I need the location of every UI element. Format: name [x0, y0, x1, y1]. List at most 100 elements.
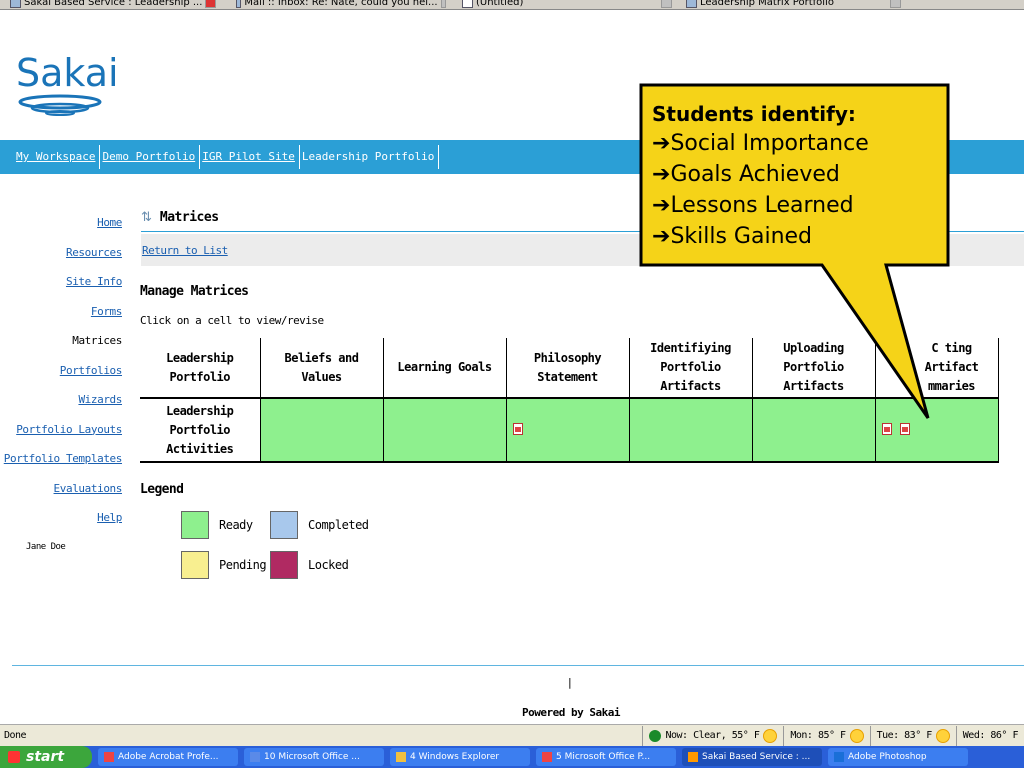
site-tab-igr-pilot-site[interactable]: IGR Pilot Site	[200, 145, 300, 169]
browser-tab[interactable]: Leadership Matrix Portfolio	[686, 0, 901, 9]
weather-day[interactable]: Tue: 83° F	[869, 725, 956, 746]
taskbar-item-label: Adobe Photoshop	[848, 752, 927, 762]
file-icon[interactable]	[881, 422, 892, 435]
page-icon	[10, 0, 21, 8]
moon-icon	[763, 728, 778, 743]
weather-label: Tue: 83° F	[876, 730, 933, 741]
legend-label: Completed	[308, 518, 369, 532]
header-line: Identifiying	[650, 341, 731, 355]
app-icon	[834, 752, 844, 762]
taskbar-item[interactable]: Adobe Photoshop	[828, 748, 968, 766]
callout-heading-suffix: :	[847, 102, 856, 126]
matrix-cell[interactable]	[629, 398, 753, 463]
legend-item-pending: Pending	[181, 551, 267, 579]
matrix-header-row: Leadership Portfolio Beliefs and Values …	[140, 338, 999, 399]
close-icon[interactable]	[205, 0, 217, 8]
header-line: Statement	[537, 369, 598, 384]
row-header-line: Activities	[166, 441, 234, 456]
matrix-cell[interactable]	[383, 398, 507, 463]
completed-swatch	[270, 511, 298, 539]
page-icon	[236, 0, 242, 8]
site-tab-my-workspace[interactable]: My Workspace	[14, 145, 101, 169]
taskbar: start Adobe Acrobat Profe... 10 Microsof…	[0, 746, 1024, 768]
matrix-cell[interactable]	[506, 398, 630, 463]
tool-item-home[interactable]: Home	[0, 208, 122, 238]
callout-text: Students identify: ➔Social Importance ➔G…	[652, 100, 947, 252]
legend-label: Ready	[219, 518, 253, 532]
header-line: Learning Goals	[397, 360, 492, 374]
windows-logo-icon	[8, 751, 20, 763]
user-name: Jane Doe	[26, 542, 66, 552]
app-icon	[104, 752, 114, 762]
partly-cloudy-icon	[935, 728, 950, 743]
locked-swatch	[270, 551, 298, 579]
taskbar-item-label: 4 Windows Explorer	[410, 752, 500, 762]
tool-item-help[interactable]: Help	[0, 503, 122, 533]
matrix-table: Leadership Portfolio Beliefs and Values …	[140, 338, 999, 463]
header-line: Values	[301, 369, 342, 384]
return-to-list-link[interactable]: Return to List	[142, 244, 228, 257]
page-icon	[462, 0, 473, 8]
legend-title: Legend	[140, 482, 184, 497]
tool-item-resources[interactable]: Resources	[0, 238, 122, 268]
header-line: Leadership	[166, 350, 234, 365]
start-button[interactable]: start	[0, 746, 92, 768]
file-icon[interactable]	[512, 422, 523, 435]
browser-tab[interactable]: (Untitled)	[462, 0, 672, 9]
refresh-icon[interactable]: ⇅	[141, 210, 152, 225]
tool-item-forms[interactable]: Forms	[0, 297, 123, 327]
callout-item-text: Social Importance	[670, 131, 869, 156]
weather-now[interactable]: Now: Clear, 55° F	[642, 725, 783, 746]
site-tab-leadership-portfolio[interactable]: Leadership Portfolio	[300, 145, 440, 169]
arrow-icon: ➔	[652, 162, 671, 187]
tool-item-evaluations[interactable]: Evaluations	[0, 474, 123, 504]
column-header: C ting Artifact mmaries	[875, 338, 999, 399]
browser-tab[interactable]: Sakai Based Service : Leadership ...	[10, 0, 225, 9]
row-header: Leadership Portfolio Activities	[140, 398, 261, 463]
matrix-cell[interactable]	[875, 398, 999, 463]
footer-divider	[12, 665, 1024, 666]
pending-swatch	[181, 551, 209, 579]
browser-tab[interactable]: Mail :: Inbox: Re: Nate, could you hel..…	[236, 0, 446, 9]
close-icon[interactable]	[661, 0, 672, 8]
matrix-corner-header: Leadership Portfolio	[140, 338, 261, 399]
arrow-icon: ➔	[652, 193, 671, 218]
sakai-logo[interactable]: Sakai	[16, 52, 119, 122]
matrix-row: Leadership Portfolio Activities	[140, 398, 999, 463]
taskbar-item[interactable]: 10 Microsoft Office ...	[244, 748, 384, 766]
tool-item-wizards[interactable]: Wizards	[0, 385, 122, 415]
taskbar-item-label: 5 Microsoft Office P...	[556, 752, 651, 762]
powered-by: Powered by Sakai	[522, 706, 620, 719]
taskbar-item[interactable]: Adobe Acrobat Profe...	[98, 748, 238, 766]
file-icon[interactable]	[899, 422, 910, 435]
tool-item-portfolio-templates[interactable]: Portfolio Templates	[0, 444, 123, 474]
callout-heading-text: Students identify	[652, 102, 848, 126]
globe-icon	[649, 729, 662, 742]
column-header: Philosophy Statement	[506, 338, 630, 399]
header-line: Philosophy	[533, 350, 602, 365]
weather-day[interactable]: Mon: 85° F	[783, 725, 869, 746]
tool-item-portfolio-layouts[interactable]: Portfolio Layouts	[0, 415, 122, 445]
header-line: Uploading	[783, 341, 844, 355]
browser-tab-label: (Untitled)	[476, 0, 524, 8]
weather-day[interactable]: Wed: 86° F	[955, 725, 1024, 746]
site-tab-demo-portfolio[interactable]: Demo Portfolio	[100, 145, 201, 169]
partly-cloudy-icon	[849, 728, 864, 743]
callout-item-text: Goals Achieved	[670, 162, 840, 187]
callout-heading: Students identify:	[652, 100, 947, 128]
taskbar-item[interactable]: 4 Windows Explorer	[390, 748, 530, 766]
taskbar-item-active[interactable]: Sakai Based Service : ...	[682, 748, 822, 766]
ready-swatch	[181, 511, 209, 539]
close-icon[interactable]	[890, 0, 901, 8]
app-icon	[250, 752, 260, 762]
header-line: mmaries	[927, 379, 976, 393]
close-icon[interactable]	[440, 0, 446, 8]
tool-item-site-info[interactable]: Site Info	[0, 267, 122, 297]
footer-separator: |	[568, 676, 572, 689]
tool-item-portfolios[interactable]: Portfolios	[0, 356, 123, 386]
taskbar-item[interactable]: 5 Microsoft Office P...	[536, 748, 676, 766]
matrix-cell[interactable]	[260, 398, 384, 463]
browser-tab-label: Sakai Based Service : Leadership ...	[24, 0, 203, 8]
matrix-cell[interactable]	[752, 398, 876, 463]
header-line: Portfolio Artifacts	[660, 360, 721, 393]
